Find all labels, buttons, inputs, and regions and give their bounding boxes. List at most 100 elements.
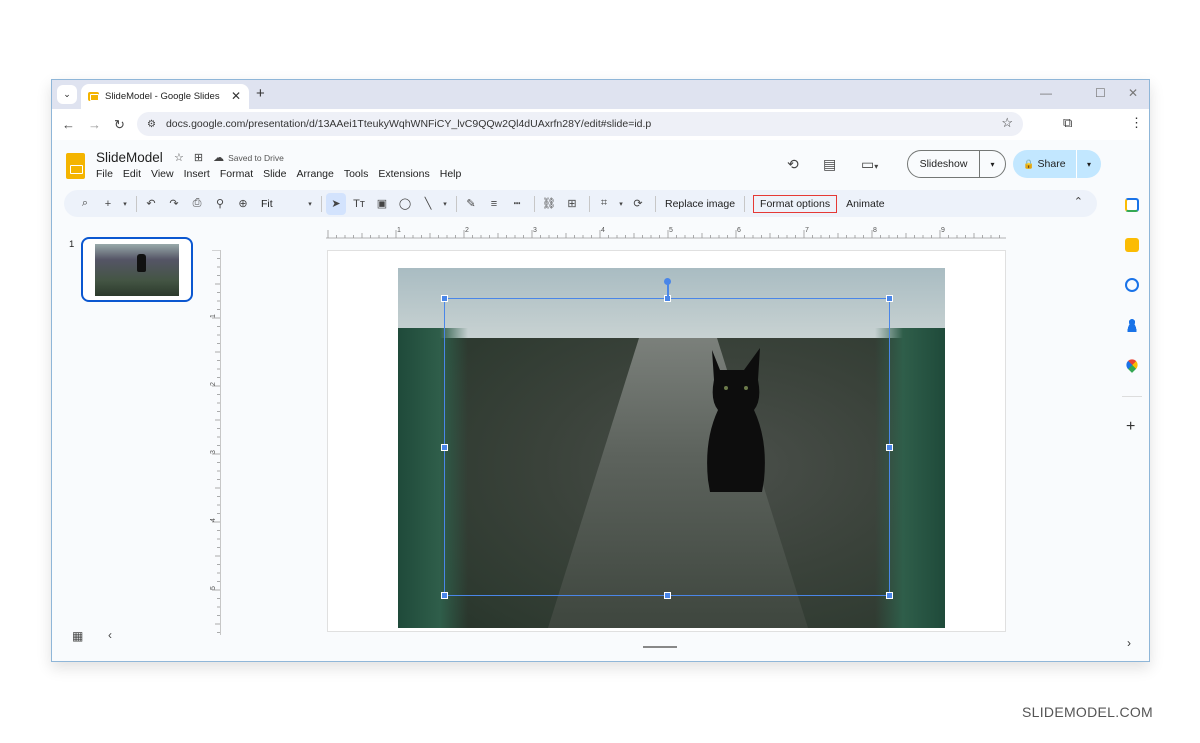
bookmark-star-icon[interactable]: ☆: [1001, 115, 1013, 131]
border-dash-icon[interactable]: ┅: [507, 193, 527, 215]
grid-view-icon[interactable]: ▦: [72, 629, 83, 643]
shape-icon[interactable]: ◯: [395, 193, 415, 215]
tasks-icon[interactable]: [1125, 278, 1139, 292]
resize-handle-top-left[interactable]: [441, 295, 448, 302]
new-tab-button[interactable]: +: [256, 85, 265, 102]
menu-insert[interactable]: Insert: [184, 168, 210, 180]
meet-icon[interactable]: ▭▾: [861, 156, 878, 173]
slideshow-button[interactable]: Slideshow ▾: [907, 150, 1006, 178]
format-options-button[interactable]: Format options: [753, 194, 838, 213]
move-folder-icon[interactable]: ⊞: [194, 151, 203, 164]
ruler-label: 4: [601, 227, 605, 234]
url-input[interactable]: ⚙ docs.google.com/presentation/d/13AAei1…: [137, 112, 1023, 136]
menu-help[interactable]: Help: [440, 168, 462, 180]
textbox-icon[interactable]: Tт: [349, 193, 369, 215]
border-color-icon[interactable]: ✎: [461, 193, 481, 215]
resize-handle-right[interactable]: [886, 444, 893, 451]
ruler-label: 7: [805, 227, 809, 234]
crop-icon[interactable]: ⌗: [594, 193, 614, 215]
ruler-label: 5: [669, 227, 673, 234]
share-button[interactable]: 🔒 Share ▾: [1013, 150, 1101, 178]
version-history-icon[interactable]: ⟲: [787, 156, 799, 173]
add-addon-icon[interactable]: +: [1126, 418, 1135, 436]
select-cursor-icon[interactable]: ➤: [326, 192, 346, 215]
slide-thumbnail[interactable]: [81, 237, 193, 302]
menu-edit[interactable]: Edit: [123, 168, 141, 180]
toolbar: ⌕ + ▾ ↶ ↷ ⎙ ⚲ ⊕ Fit ▾ ➤ Tт ▣ ◯ ╲ ▾ ✎ ≡ ┅…: [64, 190, 1097, 217]
print-icon[interactable]: ⎙: [187, 193, 207, 215]
close-window-icon[interactable]: ✕: [1128, 86, 1138, 100]
line-icon[interactable]: ╲: [418, 193, 438, 215]
divider: [589, 195, 590, 212]
zoom-select[interactable]: Fit: [256, 198, 306, 210]
slideshow-dropdown-icon[interactable]: ▾: [980, 160, 1005, 169]
back-icon[interactable]: ←: [62, 117, 75, 132]
share-label[interactable]: 🔒 Share: [1013, 150, 1077, 178]
new-slide-dropdown-icon[interactable]: ▾: [121, 193, 129, 215]
undo-icon[interactable]: ↶: [141, 193, 161, 215]
resize-handle-bottom-left[interactable]: [441, 592, 448, 599]
menu-view[interactable]: View: [151, 168, 174, 180]
vertical-ruler[interactable]: 1 2 3 4 5: [207, 250, 221, 635]
keep-icon[interactable]: [1125, 238, 1139, 252]
slides-logo-icon[interactable]: [66, 153, 85, 179]
slide-canvas[interactable]: [327, 250, 1006, 632]
new-slide-icon[interactable]: +: [98, 193, 118, 215]
tab-search-button[interactable]: ⌄: [57, 85, 77, 104]
menu-slide[interactable]: Slide: [263, 168, 286, 180]
animate-button[interactable]: Animate: [841, 198, 890, 210]
chevron-down-icon: ⌄: [63, 89, 71, 99]
contacts-icon[interactable]: [1125, 318, 1139, 332]
replace-image-button[interactable]: Replace image: [660, 198, 740, 210]
browser-menu-icon[interactable]: ⋮: [1130, 115, 1143, 131]
ruler-label: 5: [210, 586, 217, 590]
browser-tab[interactable]: SlideModel - Google Slides ✕: [81, 84, 249, 109]
collapse-filmstrip-icon[interactable]: ‹: [108, 628, 112, 642]
extensions-icon[interactable]: ⧉: [1063, 115, 1072, 131]
minimize-icon[interactable]: —: [1040, 86, 1052, 100]
star-icon[interactable]: ☆: [174, 151, 184, 164]
crop-dropdown-icon[interactable]: ▾: [617, 193, 625, 215]
resize-handle-bottom[interactable]: [664, 592, 671, 599]
menu-file[interactable]: File: [96, 168, 113, 180]
reset-image-icon[interactable]: ⟳: [628, 193, 648, 215]
search-menus-icon[interactable]: ⌕: [75, 193, 95, 215]
zoom-icon[interactable]: ⊕: [233, 193, 253, 215]
menu-extensions[interactable]: Extensions: [378, 168, 429, 180]
close-tab-icon[interactable]: ✕: [231, 89, 241, 103]
insert-image-icon[interactable]: ▣: [372, 193, 392, 215]
insert-link-icon[interactable]: ⛓: [539, 193, 559, 215]
reload-icon[interactable]: ↻: [114, 117, 125, 133]
comments-icon[interactable]: ▤: [823, 156, 836, 173]
add-comment-icon[interactable]: ⊞: [562, 193, 582, 215]
rotate-handle[interactable]: [664, 278, 671, 285]
browser-window: ⌄ SlideModel - Google Slides ✕ + — ☐ ✕ ←…: [51, 79, 1150, 662]
expand-side-panel-icon[interactable]: ›: [1127, 636, 1131, 650]
menu-format[interactable]: Format: [220, 168, 253, 180]
resize-handle-top-right[interactable]: [886, 295, 893, 302]
border-weight-icon[interactable]: ≡: [484, 193, 504, 215]
share-dropdown-icon[interactable]: ▾: [1077, 160, 1101, 169]
menu-tools[interactable]: Tools: [344, 168, 369, 180]
slideshow-label[interactable]: Slideshow: [908, 151, 980, 177]
line-dropdown-icon[interactable]: ▾: [441, 193, 449, 215]
site-info-icon[interactable]: ⚙: [147, 119, 156, 130]
maps-icon[interactable]: [1124, 357, 1140, 373]
lock-icon: 🔒: [1023, 159, 1035, 169]
resize-handle-left[interactable]: [441, 444, 448, 451]
divider: [1122, 396, 1142, 397]
menu-arrange[interactable]: Arrange: [296, 168, 333, 180]
doc-title[interactable]: SlideModel: [96, 150, 163, 165]
maximize-icon[interactable]: ☐: [1095, 86, 1106, 100]
resize-handle-bottom-right[interactable]: [886, 592, 893, 599]
calendar-icon[interactable]: [1125, 198, 1139, 212]
paint-format-icon[interactable]: ⚲: [210, 193, 230, 215]
image-selection-box[interactable]: [444, 298, 890, 596]
forward-icon[interactable]: →: [88, 117, 101, 132]
redo-icon[interactable]: ↷: [164, 193, 184, 215]
zoom-dropdown-icon[interactable]: ▾: [306, 193, 314, 215]
collapse-toolbar-icon[interactable]: ⌃: [1074, 195, 1083, 208]
address-bar-row: ← → ↻ ⚙ docs.google.com/presentation/d/1…: [52, 109, 1149, 140]
horizontal-ruler[interactable]: 1 2 3 4 5 6 7 8 9: [326, 225, 1006, 239]
speaker-notes-handle[interactable]: [643, 646, 677, 648]
